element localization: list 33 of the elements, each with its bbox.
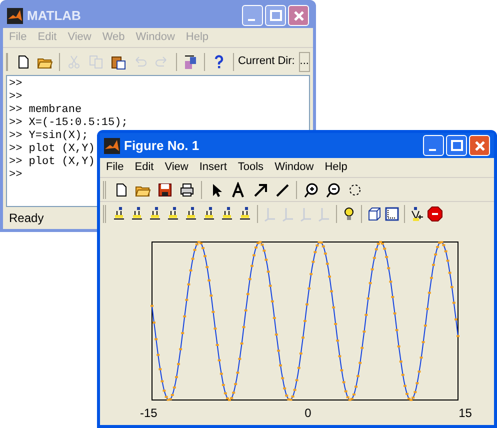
axis-tick-label: 15 <box>458 405 472 422</box>
command-line: >> X=(-15:0.5:15); <box>9 117 128 130</box>
axis-tick-label: 0 <box>304 405 312 422</box>
menu-item[interactable]: Insert <box>199 159 227 176</box>
window-title: Figure No. 1 <box>124 136 200 155</box>
menu-item[interactable]: Edit <box>134 159 154 176</box>
matlab-logo-icon <box>7 8 23 24</box>
menu-item[interactable]: Help <box>324 159 348 176</box>
maximize-icon <box>448 138 464 154</box>
minimize-icon <box>428 148 436 150</box>
menu-item[interactable]: File <box>106 159 124 176</box>
axis-tick-label: -15 <box>140 405 158 422</box>
close-button[interactable] <box>288 5 309 26</box>
command-line: >> Y=sin(X); <box>9 130 88 143</box>
current-directory-label: Current Dir: <box>238 54 295 70</box>
minimize-button[interactable] <box>423 135 444 156</box>
menu-item[interactable]: Window <box>274 159 314 176</box>
menu-item[interactable]: Tools <box>238 159 264 176</box>
matlab-logo-icon <box>104 138 120 154</box>
command-line: >> membrane <box>9 104 82 117</box>
close-button[interactable] <box>469 135 490 156</box>
command-line: >> <box>9 78 22 91</box>
minimize-icon <box>248 18 254 20</box>
maximize-icon <box>268 8 284 24</box>
window-title: MATLAB <box>27 6 82 25</box>
command-line: >> plot (X,Y) <box>9 156 95 169</box>
command-line: >> <box>9 169 22 182</box>
menu-item[interactable]: View <box>164 159 188 176</box>
command-line: >> <box>9 91 22 104</box>
command-line: >> plot (X,Y) <box>9 143 95 156</box>
browse-button[interactable]: ... <box>298 52 310 72</box>
maximize-button[interactable] <box>446 135 467 156</box>
status-text: Ready <box>9 210 44 227</box>
